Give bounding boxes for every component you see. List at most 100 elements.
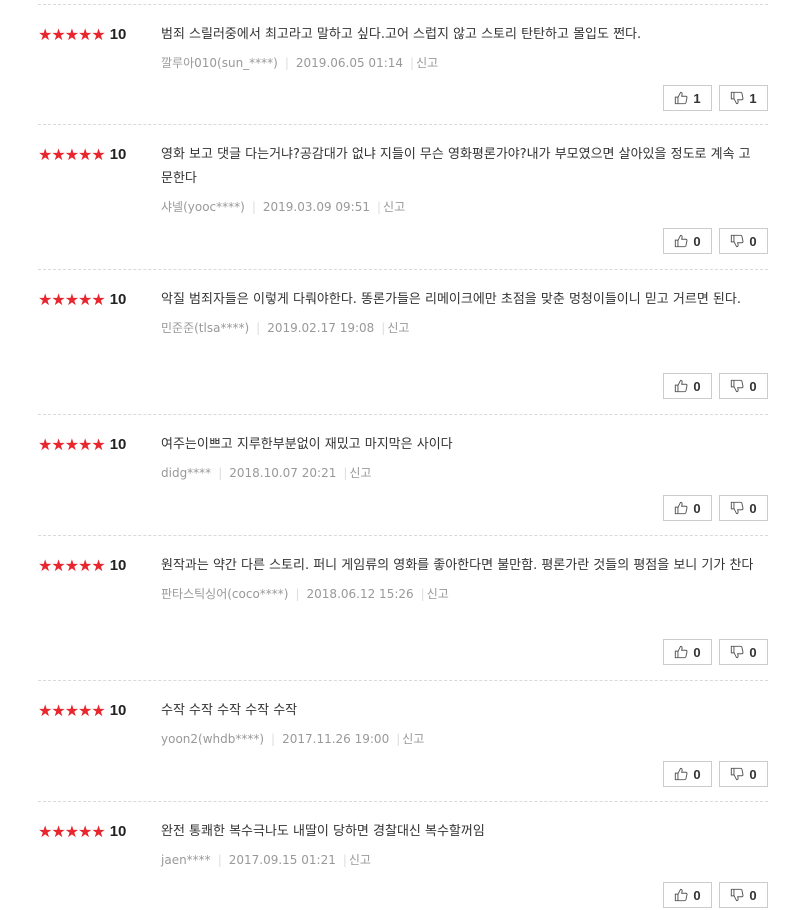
review-text: 범죄 스릴러중에서 최고라고 말하고 싶다.고어 스럽지 않고 스토리 탄탄하고…	[161, 27, 642, 42]
author-name: jaen****	[161, 853, 211, 867]
review-body: 영화 보고 댓글 다는거냐?공감대가 없냐 지들이 무슨 영화평론가야?내가 부…	[161, 143, 761, 216]
like-button[interactable]: 1	[663, 85, 712, 111]
vote-buttons: 0 0	[663, 639, 768, 665]
score: 10	[109, 436, 127, 453]
review-date: 2017.09.15 01:21	[228, 853, 336, 867]
review-date: 2017.11.26 19:00	[282, 732, 390, 746]
review-item: ★★★★★ 10 악질 범죄자들은 이렇게 다뤄야한다. 똥론가들은 리메이크에…	[38, 269, 768, 414]
report-link[interactable]: 신고	[349, 466, 371, 480]
divider: |	[295, 587, 300, 601]
thumbs-down-icon	[731, 234, 744, 248]
dislike-count: 0	[749, 378, 757, 394]
review-meta: 샤넬(yooc****) | 2019.03.09 09:51 | 신고	[161, 198, 761, 216]
thumbs-up-icon	[675, 645, 688, 659]
like-count: 1	[693, 90, 701, 106]
review-text: 완전 통쾌한 복수극나도 내딸이 당하면 경찰대신 복수할꺼임	[161, 824, 485, 839]
divider: |	[376, 200, 382, 214]
vote-buttons: 0 0	[663, 882, 768, 908]
review-text: 여주는이쁘고 지루한부분없이 재밌고 마지막은 사이다	[161, 437, 453, 452]
star-rating-icon: ★★★★★	[38, 556, 106, 575]
vote-buttons: 1 1	[663, 85, 768, 111]
thumbs-down-icon	[731, 501, 744, 515]
review-item: ★★★★★ 10 범죄 스릴러중에서 최고라고 말하고 싶다.고어 스럽지 않고…	[38, 4, 768, 124]
thumbs-down-icon	[731, 379, 744, 393]
divider: |	[342, 853, 347, 867]
review-body: 악질 범죄자들은 이렇게 다뤄야한다. 똥론가들은 리메이크에만 초점을 맞춘 …	[161, 288, 761, 337]
like-count: 0	[693, 887, 701, 903]
thumbs-up-icon	[675, 888, 688, 902]
review-body: 원작과는 약간 다른 스토리. 퍼니 게임류의 영화를 좋아한다면 불만함. 평…	[161, 554, 761, 603]
review-item: ★★★★★ 10 수작 수작 수작 수작 수작 yoon2(whdb****) |…	[38, 680, 768, 801]
like-button[interactable]: 0	[663, 882, 712, 908]
report-link[interactable]: 신고	[349, 853, 371, 867]
review-item: ★★★★★ 10 원작과는 약간 다른 스토리. 퍼니 게임류의 영화를 좋아한…	[38, 535, 768, 680]
divider: |	[381, 321, 386, 335]
like-count: 0	[693, 766, 701, 782]
review-body: 여주는이쁘고 지루한부분없이 재밌고 마지막은 사이다 didg**** | 201…	[161, 433, 761, 482]
like-button[interactable]: 0	[663, 228, 712, 254]
thumbs-down-icon	[731, 91, 744, 105]
author-name: 샤넬(yooc****)	[161, 200, 245, 214]
thumbs-up-icon	[675, 379, 688, 393]
rating: ★★★★★ 10	[38, 27, 126, 43]
review-date: 2018.06.12 15:26	[306, 587, 414, 601]
rating: ★★★★★ 10	[38, 292, 126, 308]
like-button[interactable]: 0	[663, 761, 712, 787]
star-rating-icon: ★★★★★	[38, 290, 106, 309]
dislike-count: 0	[749, 500, 757, 516]
rating: ★★★★★ 10	[38, 147, 126, 163]
review-body: 완전 통쾌한 복수극나도 내딸이 당하면 경찰대신 복수할꺼임 jaen****…	[161, 820, 761, 869]
like-button[interactable]: 0	[663, 495, 712, 521]
star-rating-icon: ★★★★★	[38, 822, 106, 841]
review-item: ★★★★★ 10 완전 통쾌한 복수극나도 내딸이 당하면 경찰대신 복수할꺼임…	[38, 801, 768, 910]
rating: ★★★★★ 10	[38, 703, 126, 719]
rating: ★★★★★ 10	[38, 558, 126, 574]
thumbs-up-icon	[675, 767, 688, 781]
like-count: 0	[693, 378, 701, 394]
review-meta: didg**** | 2018.10.07 20:21 | 신고	[161, 464, 761, 482]
thumbs-down-icon	[731, 888, 744, 902]
like-button[interactable]: 0	[663, 373, 712, 399]
dislike-button[interactable]: 0	[719, 761, 768, 787]
review-body: 범죄 스릴러중에서 최고라고 말하고 싶다.고어 스럽지 않고 스토리 탄탄하고…	[161, 23, 761, 72]
like-count: 0	[693, 233, 701, 249]
report-link[interactable]: 신고	[416, 56, 438, 70]
review-meta: yoon2(whdb****) | 2017.11.26 19:00 | 신고	[161, 730, 761, 748]
author-name: yoon2(whdb****)	[161, 732, 265, 746]
thumbs-down-icon	[731, 645, 744, 659]
score: 10	[109, 146, 127, 163]
star-rating-icon: ★★★★★	[38, 25, 106, 44]
dislike-button[interactable]: 0	[719, 495, 768, 521]
dislike-button[interactable]: 0	[719, 373, 768, 399]
divider: |	[256, 321, 261, 335]
review-meta: jaen**** | 2017.09.15 01:21 | 신고	[161, 851, 761, 869]
vote-buttons: 0 0	[663, 228, 768, 254]
divider: |	[271, 732, 276, 746]
dislike-count: 0	[749, 644, 757, 660]
score: 10	[109, 823, 127, 840]
report-link[interactable]: 신고	[387, 321, 409, 335]
thumbs-up-icon	[675, 91, 688, 105]
star-rating-icon: ★★★★★	[38, 145, 106, 164]
report-link[interactable]: 신고	[427, 587, 449, 601]
dislike-button[interactable]: 1	[719, 85, 768, 111]
like-count: 0	[693, 644, 701, 660]
author-name: 민준준(tlsa****)	[161, 321, 250, 335]
review-text: 원작과는 약간 다른 스토리. 퍼니 게임류의 영화를 좋아한다면 불만함. 평…	[161, 558, 754, 573]
score: 10	[109, 557, 127, 574]
dislike-count: 0	[749, 233, 757, 249]
rating: ★★★★★ 10	[38, 824, 126, 840]
star-rating-icon: ★★★★★	[38, 701, 106, 720]
review-meta: 판타스틱싱어(coco****) | 2018.06.12 15:26 | 신고	[161, 585, 761, 603]
score: 10	[109, 702, 127, 719]
divider: |	[343, 466, 348, 480]
dislike-button[interactable]: 0	[719, 639, 768, 665]
thumbs-down-icon	[731, 767, 744, 781]
divider: |	[420, 587, 425, 601]
like-button[interactable]: 0	[663, 639, 712, 665]
report-link[interactable]: 신고	[402, 732, 424, 746]
dislike-button[interactable]: 0	[719, 228, 768, 254]
report-link[interactable]: 신고	[383, 200, 405, 214]
dislike-button[interactable]: 0	[719, 882, 768, 908]
divider: |	[410, 56, 415, 70]
